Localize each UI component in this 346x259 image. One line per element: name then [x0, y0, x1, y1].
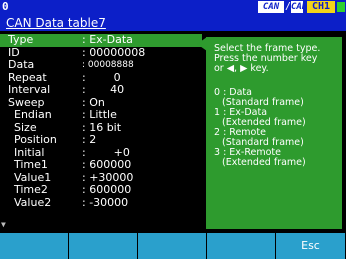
- setting-label: Value2: [14, 195, 52, 209]
- setting-value: : 600000: [82, 183, 132, 196]
- function-key-4[interactable]: [207, 233, 276, 259]
- scroll-down-icon[interactable]: ▼: [1, 220, 6, 230]
- setting-label: Interval: [8, 83, 51, 96]
- help-options: 0 : Data (Standard frame) 1 : Ex-Data (E…: [214, 88, 342, 168]
- setting-row-endian[interactable]: Endian : Little: [0, 108, 202, 122]
- setting-row-value2[interactable]: Value2 : -30000: [0, 195, 202, 210]
- setting-label: Type: [8, 33, 34, 46]
- page-title: CAN Data table7: [6, 16, 106, 30]
- setting-value: : 2: [82, 133, 97, 146]
- function-key-1[interactable]: [0, 233, 69, 259]
- setting-value: : Ex-Data: [82, 33, 133, 46]
- setting-value: : 00000008: [82, 45, 146, 59]
- setting-row-type[interactable]: Type : Ex-Data: [0, 33, 202, 47]
- setting-row-time2[interactable]: Time2 : 600000: [0, 183, 202, 197]
- setting-label: Data: [8, 58, 35, 71]
- help-option-desc: (Extended frame): [222, 157, 306, 168]
- setting-row-interval[interactable]: Interval : 40: [0, 83, 202, 97]
- setting-row-time1[interactable]: Time1 : 600000: [0, 158, 202, 172]
- channel-number: 0: [2, 0, 9, 13]
- setting-label: Position: [14, 133, 57, 146]
- function-key-bar: Esc: [0, 233, 346, 259]
- setting-row-data[interactable]: Data : 00008888: [0, 58, 202, 72]
- status-led-icon: [337, 2, 345, 12]
- setting-label: Time2: [14, 183, 48, 196]
- setting-value: : 00008888: [82, 60, 134, 70]
- ch1-badge: CH1: [307, 1, 335, 13]
- settings-table: Type : Ex-Data ID : 00000008 Data : 0000…: [0, 31, 202, 232]
- status-bar: 0 CAN / CAN CH1: [0, 0, 346, 14]
- help-intro: Select the frame type. Press the number …: [214, 43, 321, 74]
- setting-value: : Little: [82, 108, 117, 121]
- setting-value: : 600000: [82, 158, 132, 171]
- setting-label: Endian: [14, 108, 52, 121]
- can-badge-1: CAN: [258, 1, 284, 13]
- can-badge-2: CAN: [291, 1, 308, 13]
- function-key-3[interactable]: [138, 233, 207, 259]
- setting-row-position[interactable]: Position : 2: [0, 133, 202, 147]
- function-key-2[interactable]: [69, 233, 138, 259]
- setting-value: : 40: [82, 83, 125, 96]
- title-bar: CAN Data table7: [0, 14, 346, 31]
- setting-value: : -30000: [82, 195, 129, 209]
- esc-button[interactable]: Esc: [276, 233, 346, 259]
- setting-label: Time1: [14, 158, 48, 171]
